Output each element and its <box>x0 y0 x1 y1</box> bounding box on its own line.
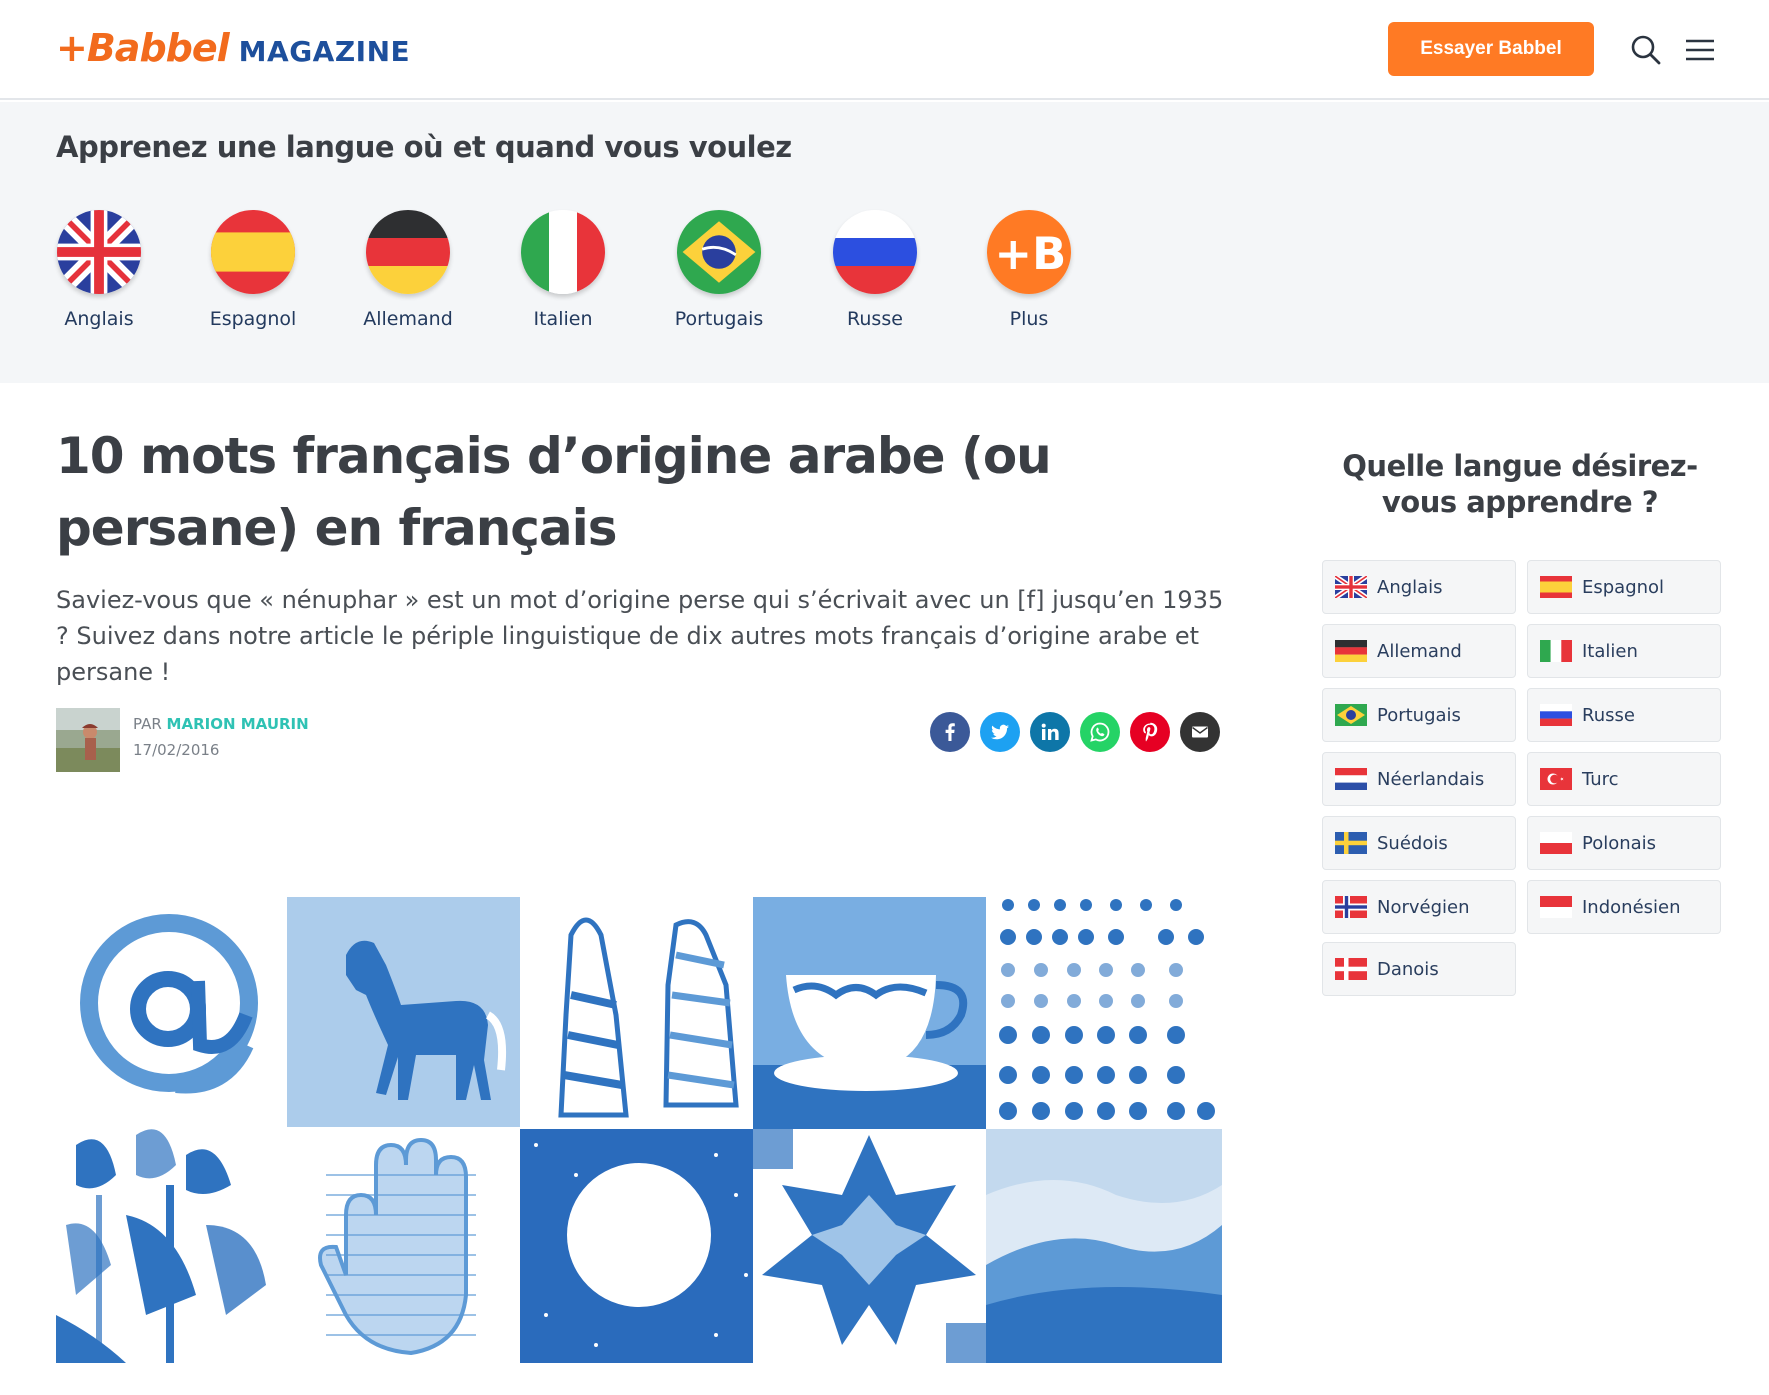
pinterest-share-icon[interactable] <box>1130 712 1170 752</box>
sidebar-language-label: Portugais <box>1377 704 1461 726</box>
sidebar-language-italian[interactable]: Italien <box>1527 624 1721 678</box>
language-item-portuguese[interactable]: Portugais <box>654 210 784 330</box>
uk-flag-icon <box>57 210 141 294</box>
italy-flag-icon <box>1540 640 1572 662</box>
russia-flag-icon <box>833 210 917 294</box>
language-item-more[interactable]: +B Plus <box>964 210 1094 330</box>
whatsapp-share-icon[interactable] <box>1080 712 1120 752</box>
magazine-wordmark: MAGAZINE <box>238 35 411 68</box>
moon-illustration <box>567 1163 711 1307</box>
spain-flag-icon <box>1540 576 1572 598</box>
language-bar-title: Apprenez une langue où et quand vous vou… <box>56 130 792 164</box>
sidebar-language-label: Polonais <box>1582 832 1657 854</box>
language-label: Italien <box>533 308 593 330</box>
sidebar-language-label: Suédois <box>1377 832 1448 854</box>
article-lead: Saviez-vous que « nénuphar » est un mot … <box>56 586 1224 686</box>
turkey-flag-icon <box>1540 768 1572 790</box>
indonesia-flag-icon <box>1540 896 1572 918</box>
language-label: Portugais <box>674 308 764 330</box>
hero-illustration <box>56 895 1222 1363</box>
linkedin-share-icon[interactable] <box>1030 712 1070 752</box>
sidebar-language-dutch[interactable]: Néerlandais <box>1322 752 1516 806</box>
sidebar-language-label: Turc <box>1582 768 1619 790</box>
language-label: Plus <box>1009 308 1049 330</box>
language-label: Espagnol <box>209 308 297 330</box>
language-item-english[interactable]: Anglais <box>34 210 164 330</box>
brazil-flag-icon <box>1335 704 1367 726</box>
sidebar-language-spanish[interactable]: Espagnol <box>1527 560 1721 614</box>
sidebar-language-label: Norvégien <box>1377 896 1470 918</box>
sidebar-language-indonesian[interactable]: Indonésien <box>1527 880 1721 934</box>
email-share-icon[interactable] <box>1180 712 1220 752</box>
author-name-link[interactable]: MARION MAURIN <box>167 715 309 733</box>
sidebar-language-label: Allemand <box>1377 640 1462 662</box>
spain-flag-icon <box>211 210 295 294</box>
sidebar-language-label: Indonésien <box>1582 896 1681 918</box>
brazil-flag-icon <box>677 210 761 294</box>
language-item-spanish[interactable]: Espagnol <box>188 210 318 330</box>
language-item-german[interactable]: Allemand <box>343 210 473 330</box>
publish-date: 17/02/2016 <box>133 741 220 759</box>
babbel-magazine-logo[interactable]: +Babbel MAGAZINE <box>56 26 410 70</box>
author-prefix: PAR <box>133 715 167 733</box>
norway-flag-icon <box>1335 896 1367 918</box>
netherlands-flag-icon <box>1335 768 1367 790</box>
language-label: Russe <box>847 308 903 330</box>
sidebar-language-russian[interactable]: Russe <box>1527 688 1721 742</box>
language-item-russian[interactable]: Russe <box>810 210 940 330</box>
svg-text:+B: +B <box>995 227 1067 280</box>
sidebar-language-polish[interactable]: Polonais <box>1527 816 1721 870</box>
sidebar-language-label: Néerlandais <box>1377 768 1485 790</box>
poland-flag-icon <box>1540 832 1572 854</box>
sidebar-language-turkish[interactable]: Turc <box>1527 752 1721 806</box>
sidebar-language-german[interactable]: Allemand <box>1322 624 1516 678</box>
sidebar-language-portuguese[interactable]: Portugais <box>1322 688 1516 742</box>
language-item-italian[interactable]: Italien <box>498 210 628 330</box>
babbel-logo-icon: +B <box>987 210 1071 294</box>
sidebar-language-label: Russe <box>1582 704 1635 726</box>
sidebar-language-english[interactable]: Anglais <box>1322 560 1516 614</box>
germany-flag-icon <box>1335 640 1367 662</box>
sidebar-language-norwegian[interactable]: Norvégien <box>1322 880 1516 934</box>
sidebar-language-danish[interactable]: Danois <box>1322 942 1516 996</box>
sidebar-language-swedish[interactable]: Suédois <box>1322 816 1516 870</box>
language-label: Allemand <box>363 308 453 330</box>
hamburger-menu-icon[interactable] <box>1680 30 1720 70</box>
site-header: +Babbel MAGAZINE Essayer Babbel <box>0 0 1769 100</box>
italy-flag-icon <box>521 210 605 294</box>
author-byline: PAR MARION MAURIN <box>133 715 309 733</box>
russia-flag-icon <box>1540 704 1572 726</box>
sidebar-language-label: Espagnol <box>1582 576 1665 598</box>
sidebar-language-label: Danois <box>1377 958 1439 980</box>
sidebar-language-label: Anglais <box>1377 576 1443 598</box>
sidebar-language-label: Italien <box>1582 640 1638 662</box>
language-promo-bar: Apprenez une langue où et quand vous vou… <box>0 102 1769 383</box>
author-avatar[interactable] <box>56 708 120 772</box>
facebook-share-icon[interactable] <box>930 712 970 752</box>
teacup-illustration <box>774 975 968 1091</box>
search-icon[interactable] <box>1626 30 1666 70</box>
author-meta: PAR MARION MAURIN 17/02/2016 <box>133 715 309 759</box>
sidebar-title: Quelle langue désirez-vous apprendre ? <box>1342 449 1698 519</box>
twitter-share-icon[interactable] <box>980 712 1020 752</box>
babbel-logo-mark: +Babbel <box>56 26 230 70</box>
try-babbel-button[interactable]: Essayer Babbel <box>1388 22 1594 76</box>
germany-flag-icon <box>366 210 450 294</box>
language-label: Anglais <box>64 308 134 330</box>
denmark-flag-icon <box>1335 958 1367 980</box>
article-title: 10 mots français d’origine arabe (ou per… <box>56 427 1052 557</box>
uk-flag-icon <box>1335 576 1367 598</box>
sweden-flag-icon <box>1335 832 1367 854</box>
